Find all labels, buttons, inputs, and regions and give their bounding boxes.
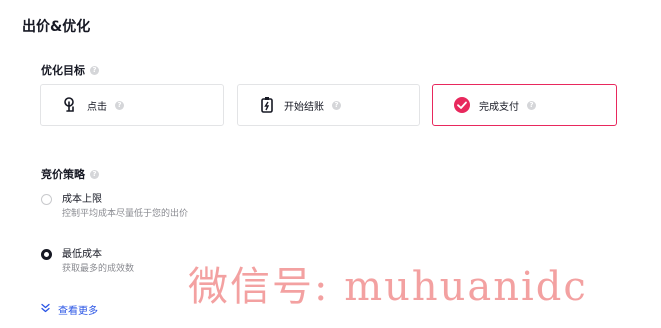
help-icon[interactable]: ? bbox=[332, 100, 341, 110]
double-chevron-down-icon bbox=[41, 303, 50, 316]
radio-title: 成本上限 bbox=[62, 194, 102, 205]
radio-button[interactable] bbox=[41, 194, 52, 205]
radio-description: 获取最多的成效数 bbox=[62, 264, 135, 274]
radio-title: 最低成本 bbox=[62, 249, 102, 260]
strategy-option-cost-cap[interactable]: 成本上限 控制平均成本尽量低于您的出价 bbox=[41, 193, 188, 221]
help-icon[interactable]: ? bbox=[527, 100, 536, 110]
goal-option-payment[interactable]: 完成支付 ? bbox=[432, 84, 617, 126]
goal-label-row: 优化目标 ? bbox=[41, 62, 99, 78]
radio-text: 成本上限 控制平均成本尽量低于您的出价 bbox=[62, 193, 188, 221]
view-more-label: 查看更多 bbox=[58, 306, 98, 317]
watermark-text: 微信号: muhuanidc bbox=[188, 264, 588, 310]
goal-option-label: 完成支付 bbox=[479, 101, 519, 113]
help-icon[interactable]: ? bbox=[115, 100, 124, 110]
goal-label: 优化目标 bbox=[41, 64, 85, 77]
tap-icon bbox=[61, 96, 79, 114]
goal-option-click[interactable]: 点击 ? bbox=[40, 84, 224, 126]
section-title: 出价&优化 bbox=[22, 19, 91, 35]
checkout-icon bbox=[258, 96, 276, 114]
strategy-option-lowest-cost[interactable]: 最低成本 获取最多的成效数 bbox=[41, 248, 134, 276]
help-icon[interactable]: ? bbox=[90, 65, 99, 75]
goal-option-label: 点击 bbox=[87, 101, 107, 113]
radio-description: 控制平均成本尽量低于您的出价 bbox=[62, 209, 189, 219]
check-circle-icon bbox=[453, 96, 471, 114]
radio-button-checked[interactable] bbox=[41, 249, 52, 260]
strategy-label-row: 竞价策略 ? bbox=[41, 166, 99, 182]
goal-option-checkout[interactable]: 开始结账 ? bbox=[237, 84, 420, 126]
radio-text: 最低成本 获取最多的成效数 bbox=[62, 248, 134, 276]
help-icon[interactable]: ? bbox=[90, 169, 99, 179]
view-more-link[interactable]: 查看更多 bbox=[41, 302, 98, 317]
goal-option-label: 开始结账 bbox=[284, 101, 324, 113]
strategy-label: 竞价策略 bbox=[41, 168, 85, 181]
